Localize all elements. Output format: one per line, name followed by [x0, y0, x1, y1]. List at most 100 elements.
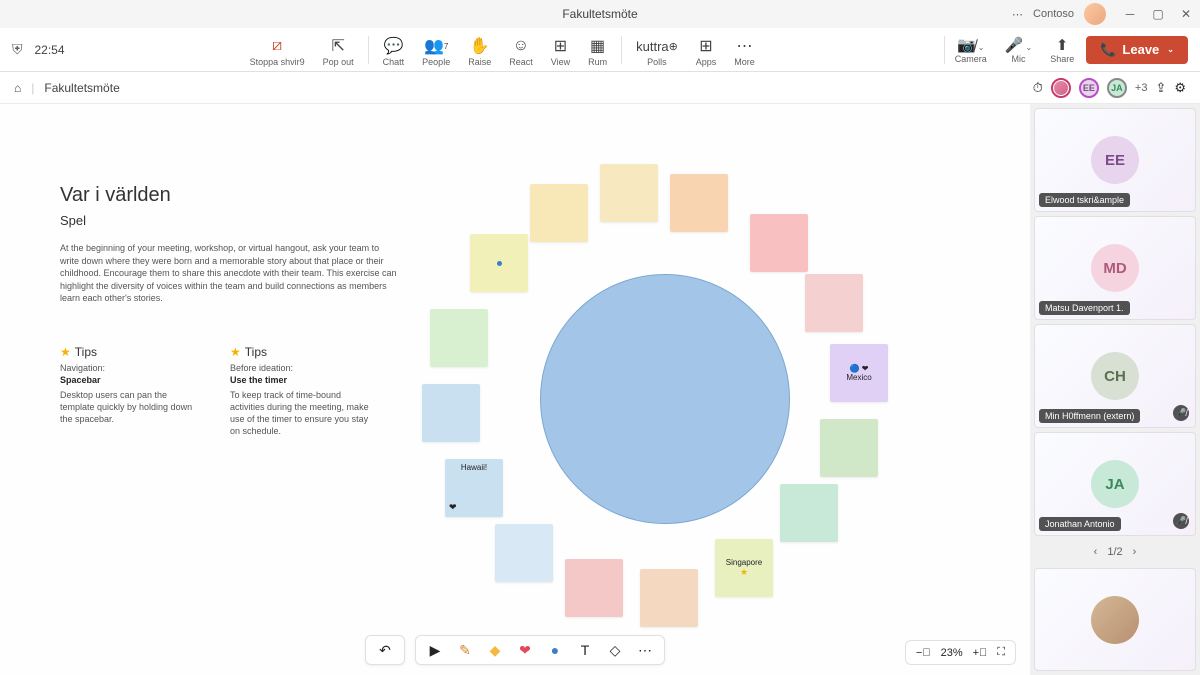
chevron-down-icon: ⌄ — [1026, 43, 1033, 52]
more-tools[interactable]: ⋯ — [636, 641, 654, 659]
self-tile[interactable] — [1034, 568, 1196, 671]
tip-card: ★Tips Navigation: Spacebar Desktop users… — [60, 345, 200, 438]
react-button[interactable]: ☺ React — [501, 28, 541, 71]
text-tool[interactable]: T — [576, 641, 594, 659]
sticky-note[interactable] — [565, 559, 623, 617]
next-page-icon[interactable]: › — [1133, 546, 1137, 558]
sticky-note[interactable] — [430, 309, 488, 367]
participant-paginator: ‹ 1/2 › — [1034, 540, 1196, 564]
presenter-avatar[interactable]: EE — [1079, 78, 1099, 98]
chevron-down-icon: ⌄ — [978, 43, 985, 52]
people-button[interactable]: 👥7 People — [414, 28, 458, 71]
zoom-out-icon[interactable]: −⃝ — [916, 647, 931, 659]
participant-name: Matsu Davenport 1. — [1039, 301, 1130, 315]
chevron-down-icon: ⌄ — [1167, 45, 1174, 54]
breadcrumb[interactable]: Fakultetsmöte — [44, 81, 119, 95]
presenter-avatar[interactable] — [1051, 78, 1071, 98]
settings-gear-icon[interactable]: ⚙ — [1174, 80, 1186, 96]
participant-tile[interactable]: MD Matsu Davenport 1. — [1034, 216, 1196, 320]
mic-icon: 🎤 — [1005, 37, 1024, 54]
more-icon[interactable]: ⋯ — [1012, 8, 1023, 21]
chat-button[interactable]: 💬 Chatt — [375, 28, 413, 71]
participant-tile[interactable]: JA Jonathan Antonio 🎤̸ — [1034, 432, 1196, 536]
apps-icon: ⊞ — [699, 36, 712, 56]
self-video — [1091, 596, 1139, 644]
timer-icon[interactable]: ⏱ — [1033, 80, 1043, 96]
sticky-note[interactable] — [530, 184, 588, 242]
polls-button[interactable]: kuttra⊕ Polls — [628, 28, 686, 71]
zoom-control: −⃝ 23% +⃝ ⛶ — [905, 640, 1016, 665]
tip-card: ★Tips Before ideation: Use the timer To … — [230, 345, 370, 438]
sticky-note[interactable] — [422, 384, 480, 442]
popout-button[interactable]: ⇱ Pop out — [315, 28, 362, 71]
camera-button[interactable]: 📷̸⌄ Camera — [949, 36, 993, 64]
more-icon: ⋯ — [736, 36, 752, 56]
raise-hand-button[interactable]: ✋ Raise — [460, 28, 499, 71]
close-button[interactable]: ✕ — [1180, 8, 1192, 20]
muted-icon: 🎤̸ — [1173, 405, 1189, 421]
participant-tile[interactable]: CH Min H0ffmenn (extern) 🎤̸ — [1034, 324, 1196, 428]
zoom-in-icon[interactable]: +⃝ — [973, 647, 988, 659]
shape-tool[interactable]: ◇ — [606, 641, 624, 659]
meeting-toolbar: ⛨ 22:54 ⧄ Stoppa shvir9 ⇱ Pop out 💬 Chat… — [0, 28, 1200, 72]
minimize-button[interactable]: ─ — [1124, 8, 1136, 20]
apps-button[interactable]: ⊞ Apps — [688, 28, 725, 71]
pointer-tool[interactable]: ▶ — [426, 641, 444, 659]
fit-icon[interactable]: ⛶ — [997, 646, 1005, 659]
maximize-button[interactable]: ▢ — [1152, 8, 1164, 20]
user-avatar[interactable] — [1084, 3, 1106, 25]
stop-share-icon: ⧄ — [272, 36, 282, 56]
center-circle[interactable] — [540, 274, 790, 524]
sticky-note[interactable] — [470, 234, 528, 292]
pen-tool[interactable]: ✎ — [456, 641, 474, 659]
presenter-avatar[interactable]: JA — [1107, 78, 1127, 98]
whiteboard-toolbar: ↶ ▶ ✎ ◆ ❤ ● T ◇ ⋯ — [365, 635, 665, 665]
avatar: JA — [1091, 460, 1139, 508]
sticky-note[interactable] — [600, 164, 658, 222]
mic-button[interactable]: 🎤⌄ Mic — [999, 36, 1038, 64]
popout-icon: ⇱ — [331, 36, 344, 56]
sticky-note[interactable] — [805, 274, 863, 332]
people-icon: 👥7 — [424, 36, 448, 56]
sticky-note[interactable] — [670, 174, 728, 232]
prev-page-icon[interactable]: ‹ — [1094, 546, 1098, 558]
whiteboard-subtitle: Spel — [60, 213, 400, 228]
sticky-note-mexico[interactable]: 🔵 ❤Mexico — [830, 344, 888, 402]
sticky-tool[interactable]: ◆ — [486, 641, 504, 659]
sticky-note[interactable] — [820, 419, 878, 477]
sticky-note[interactable] — [750, 214, 808, 272]
comment-tool[interactable]: ● — [546, 641, 564, 659]
share-button[interactable]: ⬆ Share — [1044, 36, 1080, 64]
sticky-note-hawaii[interactable]: Hawaii!❤ — [445, 459, 503, 517]
reaction-tool[interactable]: ❤ — [516, 641, 534, 659]
undo-icon[interactable]: ↶ — [376, 641, 394, 659]
participant-name: Jonathan Antonio — [1039, 517, 1121, 531]
zoom-level[interactable]: 23% — [941, 647, 963, 659]
titlebar: Fakultetsmöte ⋯ Contoso ─ ▢ ✕ — [0, 0, 1200, 28]
home-icon[interactable]: ⌂ — [14, 81, 21, 95]
sticky-note[interactable] — [495, 524, 553, 582]
whiteboard-description: At the beginning of your meeting, worksh… — [60, 242, 400, 305]
participant-tile[interactable]: EE Elwood tskri&ample — [1034, 108, 1196, 212]
view-button[interactable]: ⊞ View — [543, 28, 578, 71]
sticky-note-singapore[interactable]: Singapore★ — [715, 539, 773, 597]
more-button[interactable]: ⋯ More — [726, 28, 763, 71]
raise-icon: ✋ — [470, 36, 490, 56]
participant-strip: EE Elwood tskri&ample MD Matsu Davenport… — [1030, 104, 1200, 675]
share-icon: ⬆ — [1056, 36, 1069, 54]
sticky-note[interactable] — [640, 569, 698, 627]
whiteboard-canvas[interactable]: Var i världen Spel At the beginning of y… — [0, 104, 1030, 675]
participant-name: Elwood tskri&ample — [1039, 193, 1130, 207]
sticky-note[interactable] — [780, 484, 838, 542]
participant-name: Min H0ffmenn (extern) — [1039, 409, 1140, 423]
meeting-timer: 22:54 — [35, 43, 65, 57]
share-link-icon[interactable]: ⇪ — [1155, 80, 1166, 96]
rooms-button[interactable]: ▦ Rum — [580, 28, 615, 71]
view-icon: ⊞ — [554, 36, 567, 56]
shield-icon[interactable]: ⛨ — [12, 41, 23, 58]
overflow-count[interactable]: +3 — [1135, 82, 1148, 94]
leave-button[interactable]: 📞 Leave ⌄ — [1086, 36, 1188, 64]
muted-icon: 🎤̸ — [1173, 513, 1189, 529]
avatar: MD — [1091, 244, 1139, 292]
stop-sharing-button[interactable]: ⧄ Stoppa shvir9 — [242, 28, 313, 71]
